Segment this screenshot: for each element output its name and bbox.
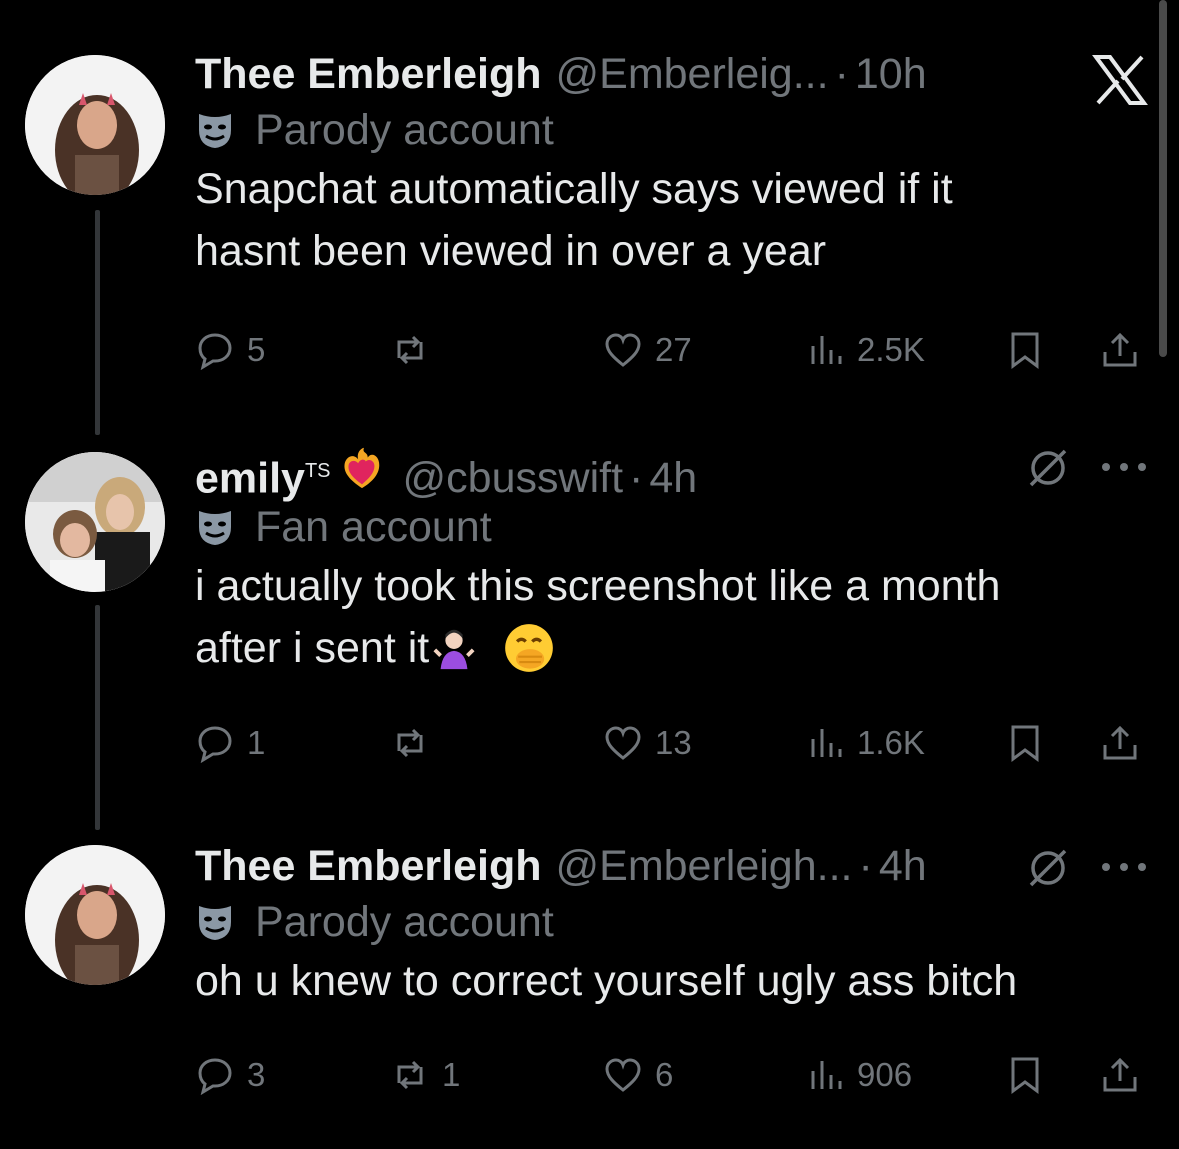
more-options-button[interactable]	[1100, 460, 1148, 478]
face-with-hand-over-mouth-emoji-icon	[505, 624, 554, 672]
like-button[interactable]: 6	[603, 1050, 673, 1100]
account-label-text: Fan account	[255, 503, 492, 551]
display-name[interactable]: emilyTS	[195, 445, 331, 504]
account-label: Parody account	[195, 896, 1149, 948]
bookmark-button[interactable]	[1005, 1050, 1045, 1100]
view-count: 1.6K	[857, 724, 925, 761]
muted-icon[interactable]	[1025, 845, 1071, 896]
views-icon	[811, 1061, 842, 1089]
reply-count: 5	[247, 331, 266, 368]
handle[interactable]: @Emberleig...	[555, 48, 828, 100]
tweet-text-line: Snapchat automatically says viewed if it	[195, 165, 953, 213]
like-button[interactable]: 13	[603, 718, 692, 768]
reply-button[interactable]: 5	[195, 325, 265, 375]
views-button[interactable]: 2.5K	[805, 325, 925, 375]
handle[interactable]: @Emberleigh...	[555, 840, 852, 892]
share-button[interactable]	[1100, 718, 1140, 768]
reply-button[interactable]: 1	[195, 718, 265, 768]
handle[interactable]: @cbusswift	[403, 452, 623, 504]
share-icon	[1103, 1057, 1137, 1092]
repost-button[interactable]	[390, 325, 442, 375]
more-icon	[1102, 463, 1146, 471]
repost-icon	[397, 1060, 423, 1090]
bookmark-icon	[1011, 725, 1039, 762]
views-icon	[811, 336, 842, 364]
reply-icon	[198, 1058, 232, 1095]
reply-button[interactable]: 3	[195, 1050, 265, 1100]
tweet-header: Thee Emberleigh @Emberleig... · 10h	[195, 48, 1149, 100]
heart-on-fire-icon	[343, 448, 379, 489]
share-button[interactable]	[1100, 325, 1140, 375]
more-icon	[1102, 863, 1146, 871]
tweet-text-line: i actually took this screenshot like a m…	[195, 562, 1001, 610]
mask-icon	[199, 511, 231, 545]
mask-icon	[199, 114, 231, 148]
timestamp[interactable]: 4h	[649, 452, 697, 504]
reply-count: 1	[247, 724, 266, 761]
account-label: Fan account	[195, 501, 1149, 553]
share-icon	[1103, 725, 1137, 760]
bookmark-button[interactable]	[1005, 325, 1045, 375]
views-button[interactable]: 906	[805, 1050, 912, 1100]
tweet-text-line: after i sent it	[195, 624, 430, 672]
heart-icon	[605, 1058, 641, 1092]
like-count: 13	[655, 724, 692, 761]
tweet-text: i actually took this screenshot like a m…	[195, 555, 1149, 679]
mask-icon	[199, 906, 231, 940]
reply-icon	[198, 333, 232, 370]
avatar[interactable]	[25, 452, 165, 592]
muted-icon[interactable]	[1025, 445, 1071, 496]
timestamp[interactable]: 4h	[879, 840, 927, 892]
view-count: 2.5K	[857, 331, 925, 368]
view-count: 906	[857, 1056, 913, 1093]
reply-count: 3	[247, 1056, 266, 1093]
tweet-text: oh u knew to correct yourself ugly ass b…	[195, 950, 1149, 1012]
action-bar: 1 13 1.6K	[195, 718, 1145, 768]
more-options-button[interactable]	[1100, 860, 1148, 878]
account-label: Parody account	[195, 104, 1149, 156]
display-name-text: emily	[195, 454, 305, 503]
tweet[interactable]: Thee Emberleigh @Emberleig... · 10h Paro…	[0, 0, 1179, 400]
bookmark-button[interactable]	[1005, 718, 1045, 768]
reply-icon	[198, 726, 232, 763]
tweet-header: emilyTS @cbusswift · 4h	[195, 445, 1149, 502]
share-icon	[1103, 332, 1137, 367]
share-button[interactable]	[1100, 1050, 1140, 1100]
action-bar: 3 1 6 906	[195, 1050, 1145, 1100]
action-bar: 5 27 2.5K	[195, 325, 1145, 375]
bookmark-icon	[1011, 332, 1039, 369]
tweet-text: Snapchat automatically says viewed if it…	[195, 158, 1149, 282]
separator-dot: ·	[858, 842, 873, 890]
repost-button[interactable]: 1	[390, 1050, 460, 1100]
tweet-text-line: hasnt been viewed in over a year	[195, 227, 827, 275]
tweet[interactable]: emilyTS @cbusswift · 4h Fan account i ac…	[0, 400, 1179, 800]
tweet-header: Thee Emberleigh @Emberleigh... · 4h	[195, 840, 1149, 892]
separator-dot: ·	[834, 50, 849, 98]
separator-dot: ·	[629, 454, 644, 503]
repost-icon	[397, 728, 423, 758]
like-button[interactable]: 27	[603, 325, 692, 375]
like-count: 27	[655, 331, 692, 368]
account-label-text: Parody account	[255, 106, 554, 154]
repost-icon	[397, 335, 423, 365]
display-name-suffix: TS	[304, 460, 331, 482]
heart-icon	[605, 726, 641, 760]
timestamp[interactable]: 10h	[855, 48, 927, 100]
avatar[interactable]	[25, 55, 165, 195]
views-button[interactable]: 1.6K	[805, 718, 925, 768]
display-name[interactable]: Thee Emberleigh	[195, 48, 541, 100]
tweet[interactable]: Thee Emberleigh @Emberleigh... · 4h Paro…	[0, 800, 1179, 1149]
display-name[interactable]: Thee Emberleigh	[195, 840, 541, 892]
tweet-text-line-2: after i sent it	[195, 617, 1149, 679]
tweet-text-line: oh u knew to correct yourself ugly ass b…	[195, 957, 1018, 1005]
repost-button[interactable]	[390, 718, 442, 768]
heart-icon	[605, 333, 641, 367]
bookmark-icon	[1011, 1057, 1039, 1094]
account-label-text: Parody account	[255, 898, 554, 946]
views-icon	[811, 729, 842, 757]
repost-count: 1	[442, 1056, 461, 1093]
person-shrugging-emoji-icon	[433, 629, 475, 670]
avatar[interactable]	[25, 845, 165, 985]
like-count: 6	[655, 1056, 674, 1093]
